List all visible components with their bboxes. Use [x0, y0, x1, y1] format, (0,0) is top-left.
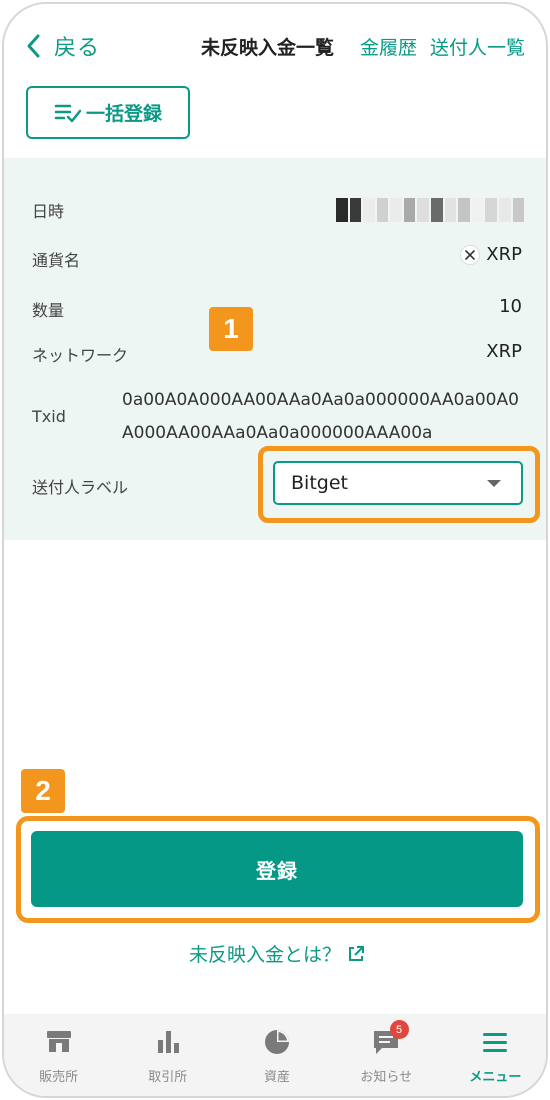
nav-item-menu[interactable]: メニュー: [441, 1014, 546, 1096]
bulk-register-label: 一括登録: [85, 103, 162, 125]
xrp-icon: [460, 244, 481, 265]
step-badge-2: 2: [21, 769, 65, 813]
sender-label-label: 送付人ラベル: [32, 478, 129, 497]
nav-label-assets: 資産: [264, 1070, 291, 1085]
register-button-label: 登録: [256, 858, 298, 883]
notification-badge: 5: [389, 1020, 409, 1039]
deposit-detail-panel: 日時 通貨名 XRP 数量 10 ネットワーク XRP Txid 0a00A0A…: [4, 158, 546, 540]
tab-sender-list[interactable]: 送付人一覧: [430, 33, 525, 60]
list-check-icon: [54, 104, 82, 122]
phone-frame: 戻る 未反映入金一覧 金履歴 送付人一覧 一括登録 日時 通貨名 XRP 数量 …: [2, 2, 548, 1098]
txid-label: Txid: [32, 407, 66, 426]
bar-chart-icon: [157, 1031, 179, 1053]
back-label: 戻る: [54, 36, 101, 61]
nav-item-news[interactable]: 5 お知らせ: [332, 1014, 441, 1096]
shop-icon: [46, 1031, 71, 1052]
step-badge-1: 1: [209, 307, 253, 351]
back-button[interactable]: 戻る: [24, 30, 100, 62]
nav-label-exchange: 取引所: [148, 1070, 188, 1085]
currency-label: 通貨名: [32, 251, 81, 270]
nav-label-shop: 販売所: [39, 1070, 79, 1085]
network-value: XRP: [486, 341, 522, 362]
tab-deposit-history[interactable]: 金履歴: [360, 33, 417, 60]
pie-chart-icon: [265, 1030, 289, 1054]
nav-item-assets[interactable]: 資産: [222, 1014, 331, 1096]
datetime-value-redacted: [336, 198, 525, 222]
nav-label-news: お知らせ: [360, 1070, 413, 1085]
hamburger-icon: [483, 1033, 508, 1052]
external-link-icon: [349, 945, 364, 961]
datetime-label: 日時: [32, 202, 65, 221]
chevron-left-icon: [27, 34, 40, 58]
dropdown-caret-icon: [487, 480, 501, 487]
currency-value: XRP: [460, 244, 522, 265]
bottom-navigation: 販売所 取引所 資産 5 お知らせ メニュー: [4, 1014, 546, 1096]
txid-value: 0a00A0A000AA00AAa0Aa0a000000AA0a00A0A000…: [122, 390, 519, 443]
network-label: ネットワーク: [32, 346, 129, 365]
amount-label: 数量: [32, 301, 65, 320]
register-button[interactable]: 登録: [31, 831, 523, 907]
tab-unreflected-deposits[interactable]: 未反映入金一覧: [201, 33, 334, 60]
bulk-register-button[interactable]: 一括登録: [26, 86, 190, 139]
currency-name: XRP: [486, 244, 522, 265]
sender-label-selected: Bitget: [291, 472, 348, 494]
help-link-label: 未反映入金とは？: [188, 944, 341, 966]
header: 戻る 未反映入金一覧 金履歴 送付人一覧: [4, 4, 546, 76]
what-is-unreflected-link[interactable]: 未反映入金とは？: [4, 940, 546, 967]
sender-label-select[interactable]: Bitget: [273, 461, 523, 505]
nav-item-shop[interactable]: 販売所: [4, 1014, 113, 1096]
nav-item-exchange[interactable]: 取引所: [113, 1014, 222, 1096]
nav-label-menu: メニュー: [469, 1070, 522, 1085]
amount-value: 10: [499, 296, 522, 317]
